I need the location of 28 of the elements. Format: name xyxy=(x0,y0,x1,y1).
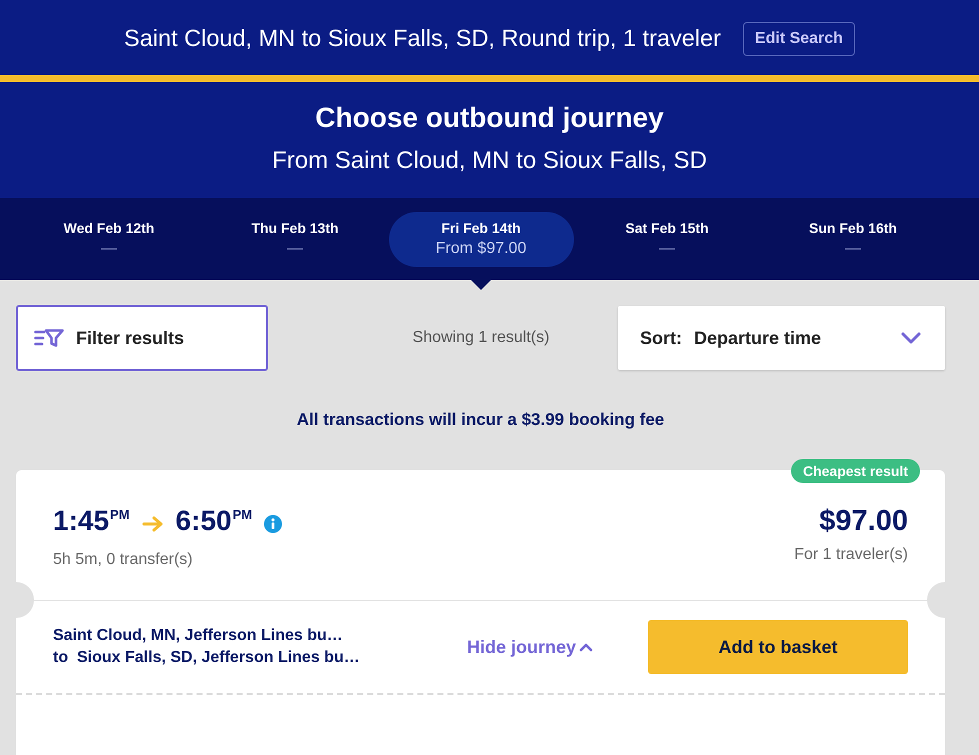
filter-icon xyxy=(34,328,64,348)
departure-time: 1:45$^{PM}$ xyxy=(53,504,130,538)
price-note: For 1 traveler(s) xyxy=(794,546,908,564)
date-tab[interactable]: Sat Feb 15th — xyxy=(574,212,760,266)
chevron-down-icon xyxy=(901,332,921,344)
booking-fee-notice: All transactions will incur a $3.99 booking fee xyxy=(296,410,666,430)
destination-stop: to Sioux Falls, SD, Jefferson Lines bu… xyxy=(53,649,361,667)
search-summary: Saint Cloud, MN to Sioux Falls, SD, Round trip, 1 traveler xyxy=(124,25,721,52)
sort-dropdown[interactable]: Sort: Departure time xyxy=(618,306,945,370)
price: $97.00 xyxy=(818,504,908,538)
page-title: Choose outbound journey xyxy=(315,101,664,135)
edit-search-button[interactable]: Edit Search xyxy=(742,22,855,56)
date-tab[interactable]: Wed Feb 12th — xyxy=(16,212,202,266)
date-tab[interactable]: Thu Feb 13th — xyxy=(202,212,388,266)
cheapest-badge: Cheapest result xyxy=(790,459,920,483)
hide-journey-link[interactable]: Hide journey xyxy=(467,636,594,658)
chevron-icon xyxy=(579,642,594,652)
date-tab[interactable]: Sun Feb 16th — xyxy=(760,212,946,266)
arrival-time: 6:50$^{PM}$ xyxy=(176,504,252,538)
origin-stop: Saint Cloud, MN, Jefferson Lines bu… xyxy=(53,627,344,645)
filter-results-button[interactable]: Filter results xyxy=(16,305,268,371)
add-to-basket-button[interactable]: Add to basket xyxy=(648,620,908,674)
info-icon[interactable] xyxy=(264,514,282,532)
arrow-icon xyxy=(142,516,164,532)
result-count: Showing 1 result(s) xyxy=(412,329,550,347)
duration-text: 5h 5m, 0 transfer(s) xyxy=(53,551,194,569)
date-tab[interactable]: Fri Feb 14th From $97.00 xyxy=(388,212,574,266)
route-subtitle: From Saint Cloud, MN to Sioux Falls, SD xyxy=(272,147,707,175)
